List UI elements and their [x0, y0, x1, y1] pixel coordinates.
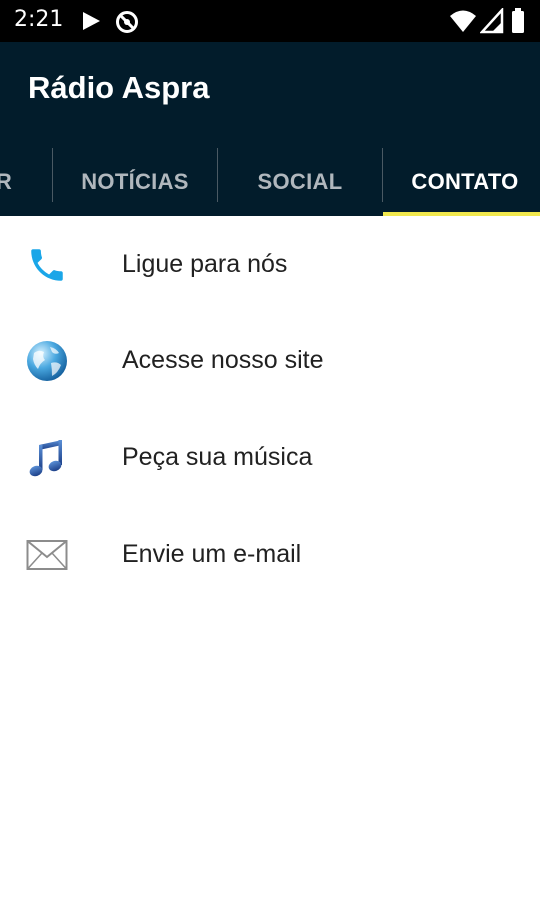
list-item-label: Peça sua música: [122, 443, 313, 471]
list-item-label: Envie um e-mail: [122, 540, 302, 568]
envelope-icon: [24, 534, 70, 576]
list-item-website[interactable]: Acesse nosso site: [0, 312, 540, 408]
tab-label: NOTÍCIAS: [81, 169, 189, 194]
list-item-label: Acesse nosso site: [122, 346, 324, 374]
tab-partial[interactable]: R: [0, 148, 18, 216]
status-time: 2:21: [14, 7, 64, 32]
tab-label: CONTATO: [411, 169, 519, 194]
list-item-request-song[interactable]: Peça sua música: [0, 409, 540, 505]
app-bar: Rádio Aspra R NOTÍCIAS SOCIAL CONTATO: [0, 42, 540, 216]
no-sync-icon: [116, 11, 138, 33]
signal-icon: [480, 8, 504, 34]
list-item-email[interactable]: Envie um e-mail: [0, 506, 540, 602]
list-item-call[interactable]: Ligue para nós: [0, 216, 540, 312]
play-icon: [83, 12, 100, 30]
globe-icon: [24, 340, 70, 382]
battery-icon: [512, 8, 524, 33]
tab-label: R: [0, 169, 13, 194]
tab-social[interactable]: SOCIAL: [218, 148, 382, 216]
wifi-icon: [450, 10, 476, 32]
status-bar: 2:21: [0, 0, 540, 42]
tab-noticias[interactable]: NOTÍCIAS: [53, 148, 217, 216]
list-item-label: Ligue para nós: [122, 250, 288, 278]
phone-icon: [24, 244, 70, 286]
tab-label: SOCIAL: [257, 169, 343, 194]
app-title: Rádio Aspra: [28, 70, 210, 105]
tab-contato[interactable]: CONTATO: [383, 148, 540, 216]
music-note-icon: [24, 437, 70, 479]
